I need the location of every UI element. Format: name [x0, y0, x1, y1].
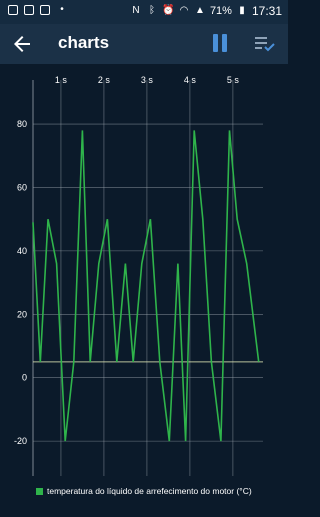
y-tick-label: 40 [17, 246, 27, 256]
arrow-left-icon [14, 36, 30, 52]
clock: 17:31 [251, 4, 282, 18]
x-tick-label: 1 s [55, 75, 68, 85]
pause-icon-bar [222, 34, 227, 52]
line-chart: 80 60 40 20 0 -20 1 s 2 s 3 s 4 s 5 s [14, 75, 263, 476]
nfc-icon: N [132, 5, 140, 16]
back-button[interactable] [10, 32, 34, 56]
page-title: charts [58, 33, 110, 52]
x-tick-label: 3 s [141, 75, 154, 85]
status-bar: • N ᛒ ⏰ ◠ ▲ 71% ▮ 17:31 [0, 0, 288, 24]
wifi-icon: ◠ [179, 5, 189, 16]
chart-area: 80 60 40 20 0 -20 1 s 2 s 3 s 4 s 5 s [0, 64, 288, 512]
y-tick-label: -20 [14, 436, 27, 446]
chart-legend: temperatura do líquido de arrefecimento … [36, 486, 252, 496]
y-tick-label: 80 [17, 119, 27, 129]
x-tick-label: 2 s [98, 75, 111, 85]
app-toolbar: charts [0, 24, 288, 64]
legend-swatch [36, 487, 43, 495]
dot-icon: • [60, 4, 64, 15]
pause-button[interactable] [212, 34, 230, 54]
y-tick-label: 20 [17, 309, 27, 319]
status-right-icons: N ᛒ ⏰ ◠ ▲ 71% ▮ 17:31 [130, 4, 282, 18]
legend-label: temperatura do líquido de arrefecimento … [47, 486, 252, 496]
sensor-list-button[interactable] [254, 34, 276, 54]
bluetooth-icon: ᛒ [148, 5, 155, 16]
x-tick-label: 4 s [184, 75, 197, 85]
signal-icon: ▲ [194, 5, 205, 16]
y-tick-label: 0 [22, 373, 27, 383]
pause-icon [213, 34, 218, 52]
screenshot-icon [8, 5, 18, 15]
series-line [32, 130, 260, 442]
gallery-icon [40, 5, 50, 15]
status-left-icons: • [8, 4, 68, 16]
y-tick-label: 60 [17, 182, 27, 192]
image-icon [24, 5, 34, 15]
alarm-icon: ⏰ [161, 5, 175, 16]
x-tick-label: 5 s [227, 75, 240, 85]
battery-icon: ▮ [239, 5, 245, 16]
battery-percent: 71% [209, 5, 232, 17]
playlist-check-icon [255, 37, 275, 52]
